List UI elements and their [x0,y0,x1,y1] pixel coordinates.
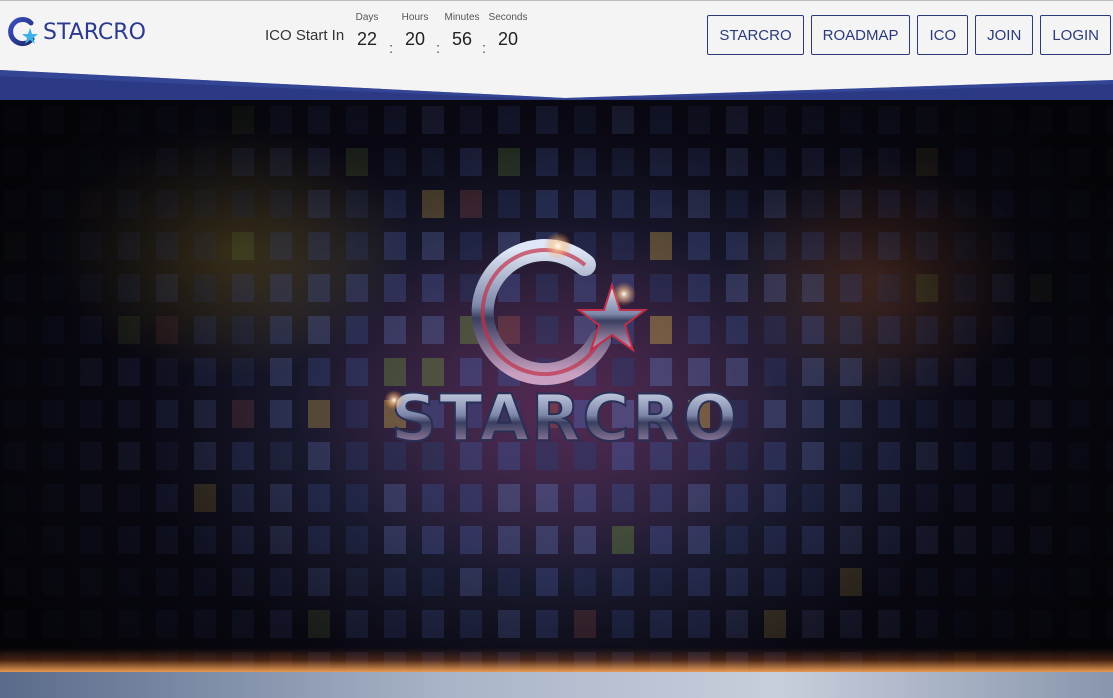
countdown-caption: Hours [401,12,429,23]
countdown-value: 56 [451,29,473,49]
countdown-value: 20 [497,29,519,49]
next-section-strip [0,672,1113,698]
countdown-caption: Minutes [444,12,480,23]
main-nav: STARCRO ROADMAP ICO JOIN LOGIN [707,15,1111,55]
site-header: STARCRO ICO Start In Days 22 : Hours 20 … [0,1,1113,71]
starcro-logo-icon [8,17,38,47]
nav-login-button[interactable]: LOGIN [1040,15,1111,55]
hero-logo-text: STARCRO [391,382,739,456]
countdown-value: 20 [404,29,426,49]
ico-start-label: ICO Start In [265,27,345,44]
hero-starcro-emblem: STARCRO [384,232,739,457]
countdown-caption: Seconds [488,12,528,23]
nav-join-button[interactable]: JOIN [975,15,1034,55]
brand-logo[interactable]: STARCRO [5,15,146,49]
hero-video[interactable]: STARCRO [0,100,1113,672]
nav-starcro-button[interactable]: STARCRO [707,15,804,55]
hero-bottom-glow [0,648,1113,672]
countdown-caption: Days [355,12,379,23]
countdown-timer: Days 22 : Hours 20 : Minutes 56 : Second… [352,11,542,61]
header-wave-band [0,70,1113,102]
brand-name: STARCRO [43,19,146,45]
countdown-minutes: Minutes 56 [442,11,482,50]
nav-ico-button[interactable]: ICO [917,15,969,55]
countdown-hours: Hours 20 [398,11,432,50]
countdown-value: 22 [356,29,378,49]
countdown-separator: : [436,40,441,57]
countdown-seconds: Seconds 20 [486,11,530,50]
countdown-separator: : [389,40,394,57]
nav-roadmap-button[interactable]: ROADMAP [810,15,911,55]
countdown-days: Days 22 [352,11,382,50]
